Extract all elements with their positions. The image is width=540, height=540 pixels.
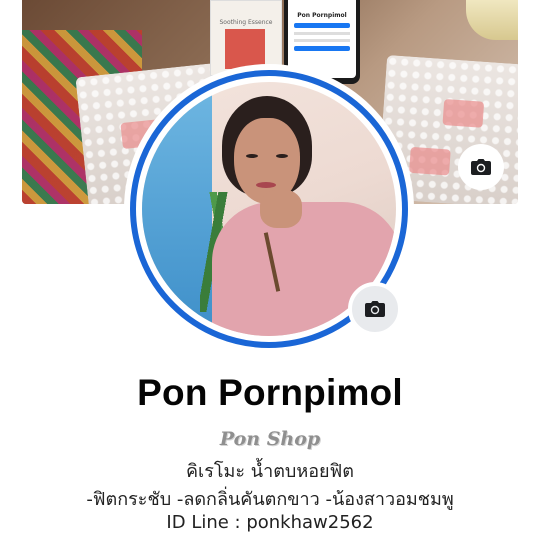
profile-name: Pon Pornpimol xyxy=(137,372,403,413)
cover-phone-profile-name: Pon Pornpimol xyxy=(297,12,347,19)
cover-pink-package xyxy=(442,99,485,128)
bio-line: คิเรโมะ น้ำตบหอยฟิต xyxy=(186,461,354,482)
camera-icon xyxy=(471,159,491,175)
cover-tape-roll xyxy=(466,0,518,40)
edit-cover-photo-button[interactable] xyxy=(458,144,504,190)
cover-phone-button xyxy=(294,23,350,28)
cover-product-label: Soothing Essence xyxy=(219,19,273,26)
cover-phone-row xyxy=(294,32,350,35)
cover-product-red-box xyxy=(225,29,265,69)
camera-icon xyxy=(365,301,385,317)
cover-phone-button xyxy=(294,46,350,51)
shop-name: Pon Shop xyxy=(219,428,321,450)
edit-profile-picture-button[interactable] xyxy=(348,282,402,336)
cover-phone-row xyxy=(294,39,350,42)
bio-line-line-id: ID Line : ponkhaw2562 xyxy=(166,512,374,533)
cover-pink-package xyxy=(409,146,451,176)
bio-line: -ฟิตกระชับ -ลดกลิ่นคันตกขาว -น้องสาวอมชม… xyxy=(86,489,454,510)
